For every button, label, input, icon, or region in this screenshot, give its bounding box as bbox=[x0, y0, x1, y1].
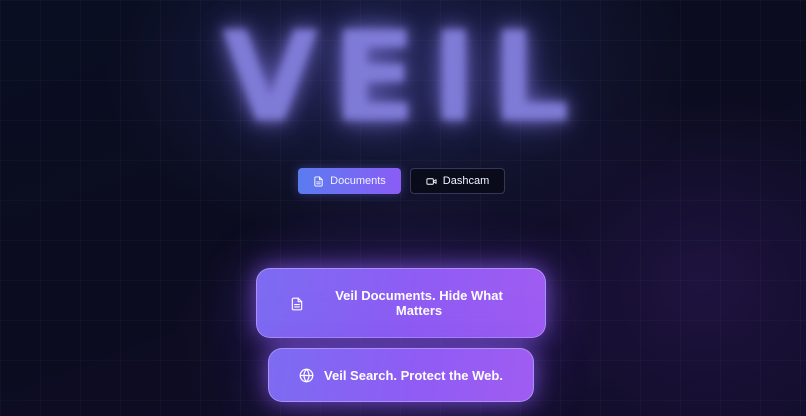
veil-search-card[interactable]: Veil Search. Protect the Web. bbox=[268, 348, 534, 402]
dashcam-mode-label: Dashcam bbox=[442, 175, 490, 187]
dashcam-mode-button[interactable]: Dashcam bbox=[410, 168, 505, 194]
veil-documents-label: Veil Documents. Hide What Matters bbox=[335, 288, 503, 318]
hero-title: VEIL bbox=[222, 6, 584, 150]
document-icon bbox=[291, 297, 303, 311]
documents-mode-label: Documents bbox=[330, 175, 386, 187]
veil-search-label: Veil Search. Protect the Web. bbox=[324, 367, 503, 383]
documents-mode-button[interactable]: Documents bbox=[298, 168, 401, 194]
document-icon bbox=[314, 175, 323, 187]
veil-documents-card[interactable]: Veil Documents. Hide What Matters bbox=[256, 268, 546, 338]
video-camera-icon bbox=[426, 177, 437, 185]
mode-toggle: Documents Dashcam bbox=[298, 168, 505, 194]
globe-icon bbox=[299, 368, 314, 382]
